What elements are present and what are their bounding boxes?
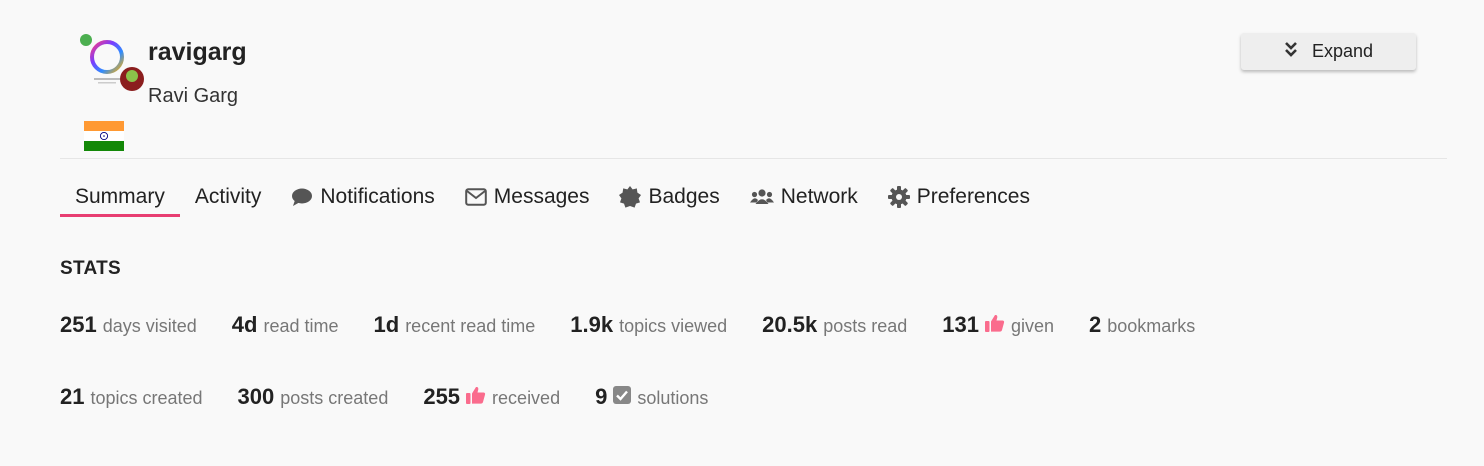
stat-label: days visited xyxy=(102,316,197,336)
check-square-icon xyxy=(613,385,632,409)
expand-label: Expand xyxy=(1311,41,1374,61)
stat-topics-created: 21 topics created xyxy=(60,384,203,410)
stat-value: 4d xyxy=(231,312,258,337)
stats-row-2: 21 topics created 300 posts created 255 … xyxy=(60,384,708,410)
stat-value: 131 xyxy=(942,312,979,337)
expand-button[interactable]: Expand xyxy=(1241,33,1416,70)
stat-value: 251 xyxy=(60,312,97,337)
stat-label: recent read time xyxy=(405,316,536,336)
stat-value: 2 xyxy=(1089,312,1102,337)
tab-preferences[interactable]: Preferences xyxy=(873,180,1045,214)
users-icon xyxy=(749,188,774,206)
stat-label: topics viewed xyxy=(619,316,728,336)
stat-posts-created: 300 posts created xyxy=(238,384,389,410)
double-chevron-down-icon xyxy=(1284,41,1298,62)
stat-recent-read-time: 1d recent read time xyxy=(374,312,536,338)
stat-days-visited: 251 days visited xyxy=(60,312,197,338)
username: ravigarg xyxy=(148,38,247,66)
stat-value: 1d xyxy=(373,312,400,337)
tab-badges[interactable]: Badges xyxy=(604,180,734,214)
stat-value: 20.5k xyxy=(762,312,818,337)
stats-row-1: 251 days visited 4d read time 1d recent … xyxy=(60,312,1195,338)
stat-label: topics created xyxy=(90,388,203,408)
tab-label: Messages xyxy=(493,185,590,208)
stat-value: 9 xyxy=(595,384,608,409)
stat-likes-given: 131 given xyxy=(942,312,1054,338)
stat-label: read time xyxy=(263,316,339,336)
tab-label: Summary xyxy=(75,185,165,208)
thumbs-up-icon xyxy=(466,386,486,409)
stat-label: given xyxy=(1010,316,1055,336)
tab-notifications[interactable]: Notifications xyxy=(276,180,449,214)
tab-label: Activity xyxy=(194,185,262,208)
avatar[interactable] xyxy=(78,33,148,97)
tab-network[interactable]: Network xyxy=(735,180,873,214)
stat-value: 300 xyxy=(237,384,275,409)
stat-bookmarks: 2 bookmarks xyxy=(1089,312,1195,338)
tab-messages[interactable]: Messages xyxy=(450,180,605,214)
tab-label: Badges xyxy=(648,185,720,208)
tab-summary[interactable]: Summary xyxy=(60,180,180,217)
stat-posts-read: 20.5k posts read xyxy=(762,312,907,338)
stat-label: posts created xyxy=(280,388,389,408)
gear-icon xyxy=(887,186,910,208)
stat-label: received xyxy=(492,388,561,408)
comment-icon xyxy=(291,187,313,207)
tab-activity[interactable]: Activity xyxy=(180,180,277,214)
stat-topics-viewed: 1.9k topics viewed xyxy=(570,312,727,338)
stat-value: 255 xyxy=(423,384,461,409)
stat-read-time: 4d read time xyxy=(232,312,339,338)
stat-solutions: 9 solutions xyxy=(595,384,708,410)
avatar-image xyxy=(80,34,144,91)
badge-icon xyxy=(619,186,642,208)
header-divider xyxy=(60,158,1447,159)
tab-label: Preferences xyxy=(916,185,1030,208)
stat-label: bookmarks xyxy=(1107,316,1196,336)
stats-heading: STATS xyxy=(60,258,121,279)
tab-label: Network xyxy=(780,185,858,208)
stat-label: posts read xyxy=(823,316,908,336)
tab-label: Notifications xyxy=(320,185,435,208)
full-name: Ravi Garg xyxy=(148,85,239,107)
envelope-icon xyxy=(464,188,487,206)
user-nav: Summary Activity Notifications Messages … xyxy=(60,180,1045,220)
stat-likes-received: 255 received xyxy=(423,384,560,410)
stat-label: solutions xyxy=(637,388,709,408)
stat-value: 1.9k xyxy=(570,312,614,337)
stat-value: 21 xyxy=(60,384,85,409)
india-flag xyxy=(84,121,124,151)
thumbs-up-icon xyxy=(984,314,1005,337)
